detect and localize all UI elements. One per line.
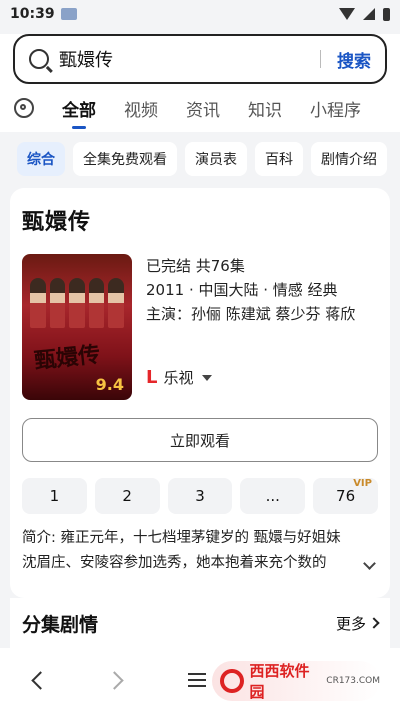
result-title[interactable]: 甄嬛传 — [22, 204, 378, 236]
provider-selector[interactable]: L 乐视 — [146, 366, 355, 390]
signal-icon — [363, 8, 375, 20]
result-card: 甄嬛传 甄嬛传 9.4 已完结 共76集 2011 · 中国大陆 · 情感 经典… — [10, 188, 390, 598]
cast-list: 主演：孙俪 陈建斌 蔡少芬 蒋欣 — [146, 305, 356, 323]
tab-mini-program[interactable]: 小程序 — [310, 96, 361, 121]
episode-button[interactable]: 1 — [22, 478, 87, 514]
letv-logo-icon: L — [146, 367, 158, 388]
expand-chevron-icon[interactable] — [363, 557, 376, 570]
poster-image[interactable]: 甄嬛传 9.4 — [22, 254, 132, 400]
chip-cast[interactable]: 演员表 — [185, 142, 247, 176]
poster-title: 甄嬛传 — [33, 341, 102, 375]
result-info: 甄嬛传 9.4 已完结 共76集 2011 · 中国大陆 · 情感 经典 主演：… — [22, 254, 378, 400]
status-bar: 10:39 — [0, 0, 400, 28]
poster-figures — [30, 278, 124, 328]
episode-plot-section: 分集剧情 更多 — [10, 598, 390, 648]
search-input[interactable]: 甄嬛传 — [59, 46, 320, 72]
tab-all[interactable]: 全部 — [62, 96, 96, 121]
status-time: 10:39 — [10, 6, 55, 22]
tab-news[interactable]: 资讯 — [186, 96, 220, 121]
episode-button[interactable]: 2 — [94, 478, 160, 514]
summary-text[interactable]: 简介: 雍正元年，十七档埋茅键岁的 甄嬛与好姐妹沈眉庄、安陵容参加选秀，她本抱着… — [22, 526, 378, 576]
search-divider — [320, 50, 321, 68]
chip-free-all[interactable]: 全集免费观看 — [73, 142, 177, 176]
year-region-genre: 2011 · 中国大陆 · 情感 经典 — [146, 281, 338, 299]
watermark-logo-icon — [220, 669, 244, 693]
chip-plot[interactable]: 剧情介绍 — [311, 142, 387, 176]
search-button[interactable]: 搜索 — [337, 47, 371, 72]
chip-wiki[interactable]: 百科 — [255, 142, 303, 176]
bottom-nav: 西西软件园 CR173.COM — [0, 648, 400, 711]
battery-icon — [383, 7, 390, 21]
chip-overview[interactable]: 综合 — [17, 142, 65, 176]
wifi-icon — [339, 8, 355, 20]
menu-icon[interactable] — [188, 673, 206, 687]
episode-status: 已完结 共76集 — [146, 257, 245, 275]
episode-button[interactable]: 3 — [167, 478, 233, 514]
tab-bar: 全部 视频 资讯 知识 小程序 — [0, 84, 400, 132]
vip-badge: VIP — [353, 478, 372, 489]
chevron-right-icon — [368, 617, 380, 629]
provider-name: 乐视 — [163, 369, 194, 387]
episode-button-last[interactable]: 76 VIP — [313, 478, 378, 514]
episode-more-button[interactable]: ... — [240, 478, 306, 514]
notification-icon — [60, 8, 77, 20]
more-link[interactable]: 更多 — [336, 613, 380, 634]
result-meta: 已完结 共76集 2011 · 中国大陆 · 情感 经典 主演：孙俪 陈建斌 蔡… — [146, 254, 355, 400]
settings-gear-icon[interactable] — [14, 98, 34, 118]
episode-list: 1 2 3 ... 76 VIP — [22, 478, 378, 514]
forward-arrow-icon[interactable] — [105, 671, 124, 690]
header: 甄嬛传 搜索 全部 视频 资讯 知识 小程序 — [0, 34, 400, 132]
back-arrow-icon[interactable] — [31, 671, 50, 690]
watch-now-button[interactable]: 立即观看 — [22, 418, 378, 462]
site-watermark: 西西软件园 CR173.COM — [212, 661, 380, 701]
status-icons — [339, 7, 390, 21]
dropdown-triangle-icon — [201, 375, 212, 381]
search-icon — [29, 49, 49, 69]
rating-score: 9.4 — [95, 375, 124, 394]
tab-video[interactable]: 视频 — [124, 96, 158, 121]
filter-chips: 综合 全集免费观看 演员表 百科 剧情介绍 — [0, 132, 400, 182]
search-bar[interactable]: 甄嬛传 搜索 — [13, 34, 387, 84]
section-title: 分集剧情 — [22, 613, 99, 636]
tab-knowledge[interactable]: 知识 — [248, 96, 282, 121]
